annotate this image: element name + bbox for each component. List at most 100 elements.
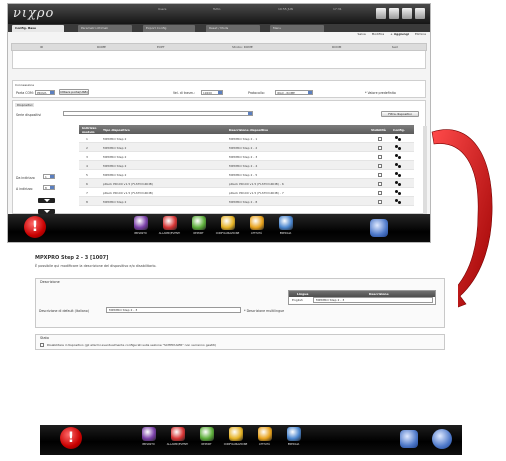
dock-item[interactable]: ALLARMI/EVENTI <box>157 216 182 235</box>
dock-item[interactable]: REPORT <box>186 216 211 235</box>
row-address: 6 <box>86 182 88 186</box>
alarm-icon[interactable]: ! <box>24 216 46 238</box>
a-indirizzo-select[interactable]: 8 <box>43 185 55 190</box>
table-row[interactable]: 2 MPXPRO Step 2 MPXPRO Step 2 - 2 <box>79 143 414 152</box>
delete-action[interactable]: Elimina <box>415 32 426 36</box>
bottom-dock-2: ! IMPIANTO ALLARMI/EVENTI REPORT CONFIGURAZ… <box>40 425 462 455</box>
dock-label: ENERGIA <box>287 443 300 446</box>
top-info-time: 17:31 <box>333 7 342 11</box>
tab-export[interactable]: Export Config <box>143 25 195 32</box>
row-visibility-checkbox[interactable] <box>378 155 382 159</box>
detail-screenshot: MPXPRO Step 2 - 3 [1007] È possibile qui… <box>20 250 458 360</box>
disable-device-checkbox[interactable] <box>40 343 44 347</box>
row-visibility-checkbox[interactable] <box>378 146 382 150</box>
config-icon[interactable] <box>395 190 401 195</box>
print-icon-2[interactable] <box>400 430 418 448</box>
dock-item[interactable]: IMPIANTO <box>136 427 161 446</box>
table-row[interactable]: 8 MPXPRO Step 2 MPXPRO Step 2 - 8 <box>79 197 414 206</box>
config-icon[interactable] <box>395 145 401 150</box>
tab-config-base[interactable]: Config. Base <box>12 25 64 32</box>
save-action[interactable]: Salva <box>358 32 366 36</box>
filtra-dispositivi-button[interactable]: Filtra dispositivi <box>381 111 419 117</box>
dock-item[interactable]: IMPIANTO <box>128 216 153 235</box>
row-address: 2 <box>86 146 88 150</box>
row-device-desc[interactable]: MPXPRO Step 2 - 8 <box>229 200 257 204</box>
col-indirizzo: Indirizzo modulo <box>82 126 97 134</box>
dock-icon <box>257 427 272 441</box>
serie-dispositivi-select[interactable] <box>63 111 253 116</box>
dock-icon <box>199 427 214 441</box>
porta-com-select[interactable]: PROVA <box>35 90 55 95</box>
vel-trasm-select[interactable]: 19200 <box>201 90 223 95</box>
row-visibility-checkbox[interactable] <box>378 191 382 195</box>
dock-label: REPORT <box>201 443 212 446</box>
dock-icon <box>162 216 177 230</box>
row-address: 3 <box>86 155 88 159</box>
dock-icon <box>249 216 264 230</box>
config-icon[interactable] <box>395 154 401 159</box>
alarm-icon-2[interactable]: ! <box>60 427 82 449</box>
connessione-panel: Connessione Porta COM: PROVA Ottieni por… <box>12 80 426 98</box>
tab-parametri[interactable]: Parametri ottimali <box>78 25 132 32</box>
row-device-desc[interactable]: pRack PR100 v1.5 (FLSTDmRCIB) - 6 <box>229 182 284 186</box>
row-visibility-checkbox[interactable] <box>378 164 382 168</box>
table-row[interactable]: 4 MPXPRO Step 2 MPXPRO Step 2 - 4 <box>79 161 414 170</box>
protocollo-select[interactable]: IDAX - ROME <box>275 90 313 95</box>
dock-item[interactable]: ENERGIA <box>273 216 298 235</box>
row-device-desc[interactable]: MPXPRO Step 2 - 4 <box>229 164 257 168</box>
row-visibility-checkbox[interactable] <box>378 173 382 177</box>
main-screenshot: νιχρο Users Tutto 19:55 JUN 17:31 Config… <box>7 3 431 243</box>
tab-reset[interactable]: Reset / Mods <box>206 25 260 32</box>
multilingua-desc-input[interactable]: MPXPRO Step 2 - 3 <box>313 297 433 303</box>
row-device-desc[interactable]: MPXPRO Step 2 - 1 <box>229 137 257 141</box>
dock-item[interactable]: ENERGIA <box>281 427 306 446</box>
row-device-desc[interactable]: MPXPRO Step 2 - 2 <box>229 146 257 150</box>
row-visibility-checkbox[interactable] <box>378 182 382 186</box>
settings-icon[interactable] <box>402 8 412 19</box>
move-down-button[interactable] <box>38 198 55 203</box>
dock-label: ENERGIA <box>279 232 292 235</box>
home-icon[interactable] <box>376 8 386 19</box>
app-logo: νιχρο <box>13 6 55 21</box>
dock-item[interactable]: CONFIGURAZIONE <box>215 216 240 235</box>
table-row[interactable]: 6 pRack PR100 v1.5 (FLSTDmRCIB) pRack PR10… <box>79 179 414 188</box>
table-row[interactable]: 7 pRack PR100 v1.5 (FLSTDmRCIB) pRack PR10… <box>79 188 414 197</box>
dock-item[interactable]: ALLARMI/EVENTI <box>165 427 190 446</box>
dock-label: ATTIVITÀ <box>250 232 263 235</box>
back-icon[interactable] <box>432 429 452 449</box>
add-action[interactable]: + Aggiungi <box>390 32 409 36</box>
dock-item[interactable]: CONFIGURAZIONE <box>223 427 248 446</box>
da-indirizzo-select[interactable]: 1 <box>43 174 55 179</box>
device-subtitle: È possibile qui modificare la descrizion… <box>35 264 157 268</box>
dock-item[interactable]: ATTIVITÀ <box>252 427 277 446</box>
row-device-desc[interactable]: MPXPRO Step 2 - 5 <box>229 173 257 177</box>
config-icon[interactable] <box>395 181 401 186</box>
print-icon[interactable] <box>370 219 388 237</box>
config-icon[interactable] <box>395 172 401 177</box>
config-icon[interactable] <box>395 163 401 168</box>
grid-col-strobo: Strobo: ROME <box>232 45 253 49</box>
row-address: 5 <box>86 173 88 177</box>
stato-fieldset: Stato Disabilitare il dispositivo (gli a… <box>35 334 445 350</box>
row-device-desc[interactable]: pRack PR100 v1.5 (FLSTDmRCIB) - 7 <box>229 191 284 195</box>
config-icon[interactable] <box>395 199 401 204</box>
table-row[interactable]: 1 MPXPRO Step 2 MPXPRO Step 2 - 1 <box>79 134 414 143</box>
config-icon[interactable] <box>395 136 401 141</box>
dock-item[interactable]: ATTIVITÀ <box>244 216 269 235</box>
row-device-desc[interactable]: MPXPRO Step 2 - 3 <box>229 155 257 159</box>
table-scrollbar[interactable] <box>423 126 427 214</box>
descrizione-legend: Descrizione <box>40 280 60 284</box>
modify-action[interactable]: Modifica <box>372 32 385 36</box>
default-desc-input[interactable]: MPXPRO Step 2 - 3 <box>106 307 241 313</box>
logout-icon[interactable] <box>415 8 425 19</box>
dock-icon <box>141 427 156 441</box>
user-icon[interactable] <box>389 8 399 19</box>
table-row[interactable]: 3 MPXPRO Step 2 MPXPRO Step 2 - 3 <box>79 152 414 161</box>
tab-menu[interactable]: Menu <box>270 25 324 32</box>
row-visibility-checkbox[interactable] <box>378 137 382 141</box>
ottieni-porta-button[interactable]: Ottieni porta(USB) <box>59 89 89 95</box>
dock-item[interactable]: REPORT <box>194 427 219 446</box>
top-info-filter: Tutto <box>213 7 221 11</box>
table-row[interactable]: 5 MPXPRO Step 2 MPXPRO Step 2 - 5 <box>79 170 414 179</box>
row-visibility-checkbox[interactable] <box>378 200 382 204</box>
